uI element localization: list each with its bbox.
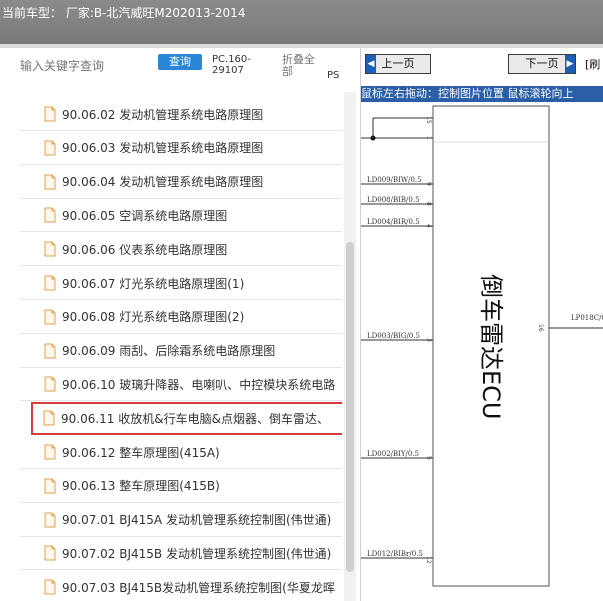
list-item-label: 90.06.05 空调系统电路原理图 [62, 208, 228, 223]
list-item-label: 90.07.02 BJ415B 发动机管理系统控制图(伟世通) [62, 546, 332, 561]
viewer-hint: 鼠标左右拖动：控制图片位置 鼠标滚轮向上 [361, 86, 603, 102]
right-arrow-icon: ▶ [565, 55, 575, 73]
list-item-label: 90.06.11 收放机&行车电脑&点烟器、倒车雷达、 [61, 411, 329, 426]
pin-number: 5 [425, 456, 432, 460]
document-list: 90.06.02 发动机管理系统电路原理图 90.06.03 发动机管理系统电路原… [0, 92, 342, 601]
pin-number: 12 [425, 556, 432, 564]
document-icon [44, 478, 56, 494]
scroll-thumb[interactable] [346, 242, 354, 572]
list-item[interactable]: 90.06.12 整车原理图(415A) [20, 436, 342, 469]
document-icon [44, 512, 56, 528]
document-icon [44, 343, 56, 359]
search-bar: 查询 PC.160-29107 折叠全部 PS [0, 48, 360, 92]
list-item-label: 90.06.02 发动机管理系统电路原理图 [62, 107, 264, 122]
document-icon [44, 275, 56, 291]
viewer-panel: ◀ 上一页 下一页 ▶ [刷 鼠标左右拖动：控制图片位置 鼠标滚轮向上 LD00… [361, 48, 603, 601]
pin-number: 16 [537, 324, 544, 332]
wire-label: LD003/BIG/0.5 [367, 332, 420, 340]
list-item[interactable]: 90.06.05 空调系统电路原理图 [20, 199, 342, 233]
prev-page-label: 上一页 [381, 57, 415, 70]
list-item-label: 90.06.12 整车原理图(415A) [62, 445, 220, 460]
left-arrow-icon: ◀ [366, 55, 376, 73]
pin-number: 3 [425, 338, 432, 342]
circuit-diagram[interactable]: LD009/BIW/0.5 LD008/BIB/0.5 LD004/BIR/0.… [361, 102, 603, 601]
document-icon [44, 545, 56, 561]
left-panel: 查询 PC.160-29107 折叠全部 PS 90.06.02 发动机管理系统… [0, 48, 361, 601]
pin-number: 1 [425, 136, 432, 140]
list-item-label: 90.06.10 玻璃升降器、电喇叭、中控模块系统电路 [62, 377, 336, 392]
document-icon [44, 579, 56, 595]
document-icon [44, 140, 56, 156]
list-item[interactable]: 90.06.13 整车原理图(415B) [20, 470, 342, 503]
list-item[interactable]: 90.06.09 雨刮、后除霜系统电路原理图 [20, 335, 342, 368]
document-icon [44, 376, 56, 392]
wire-label: LD012/BIBr/0.5 [367, 550, 423, 558]
list-item-label: 90.06.08 灯光系统电路原理图(2) [62, 310, 245, 325]
prev-page-button[interactable]: ◀ 上一页 [365, 54, 431, 74]
next-page-label: 下一页 [525, 57, 559, 70]
page-nav: ◀ 上一页 下一页 ▶ [刷 [361, 48, 603, 86]
document-icon [44, 207, 56, 223]
part-code: PC.160-29107 [212, 54, 251, 76]
document-icon [43, 410, 55, 426]
current-vehicle-title: 当前车型： 厂家:B-北汽威旺M202013-2014 [2, 6, 246, 20]
next-page-button[interactable]: 下一页 ▶ [508, 54, 576, 74]
pin-number: 15 [425, 116, 432, 124]
document-icon [44, 241, 56, 257]
ecu-label: 倒车雷达ECU [477, 274, 505, 420]
document-icon [44, 174, 56, 190]
app-header: 当前车型： 厂家:B-北汽威旺M202013-2014 [0, 0, 603, 44]
wire-label: LD004/BIR/0.5 [367, 218, 420, 226]
pin-number: 9 [425, 182, 432, 186]
list-item-label: 90.06.13 整车原理图(415B) [62, 479, 220, 494]
list-item[interactable]: 90.06.08 灯光系统电路原理图(2) [20, 301, 342, 334]
list-item[interactable]: 90.06.03 发动机管理系统电路原理图 [20, 132, 342, 165]
collapse-all-button[interactable]: 折叠全部 [282, 54, 318, 78]
list-item[interactable]: 90.06.06 仪表系统电路原理图 [20, 233, 342, 267]
list-item[interactable]: 90.07.02 BJ415B 发动机管理系统控制图(伟世通) [20, 537, 342, 571]
pin-number: 4 [425, 224, 432, 228]
pin-number: 8 [425, 202, 432, 206]
wire-label: LD009/BIW/0.5 [367, 176, 422, 184]
document-icon [44, 106, 56, 122]
list-item-label: 90.06.07 灯光系统电路原理图(1) [62, 276, 245, 291]
document-icon [44, 444, 56, 460]
list-scrollbar[interactable] [344, 92, 356, 601]
wire-label: LD002/BIY/0.5 [367, 450, 419, 458]
refresh-partial-label[interactable]: [刷 [585, 56, 600, 72]
list-item-label: 90.06.03 发动机管理系统电路原理图 [62, 141, 264, 156]
list-item-label: 90.06.04 发动机管理系统电路原理图 [62, 175, 264, 190]
list-item-label: 90.07.01 BJ415A 发动机管理系统控制图(伟世通) [62, 513, 332, 528]
query-button[interactable]: 查询 [158, 54, 202, 70]
wire-label: LD008/BIB/0.5 [367, 196, 420, 204]
list-item[interactable]: 90.06.02 发动机管理系统电路原理图 [20, 98, 342, 131]
list-item[interactable]: 90.06.07 灯光系统电路原理图(1) [20, 267, 342, 300]
list-item[interactable]: 90.06.10 玻璃升降器、电喇叭、中控模块系统电路 [20, 368, 342, 402]
list-item[interactable]: 90.06.04 发动机管理系统电路原理图 [20, 166, 342, 199]
list-item[interactable]: 90.07.03 BJ415B发动机管理系统控制图(华夏龙晖 [20, 571, 342, 601]
list-item-label: 90.07.03 BJ415B发动机管理系统控制图(华夏龙晖 [62, 580, 335, 595]
list-item[interactable]: 90.07.01 BJ415A 发动机管理系统控制图(伟世通) [20, 504, 342, 537]
list-item-label: 90.06.06 仪表系统电路原理图 [62, 242, 228, 257]
search-input[interactable] [18, 54, 152, 78]
document-icon [44, 309, 56, 325]
list-item[interactable]: 90.06.11 收放机&行车电脑&点烟器、倒车雷达、 [31, 402, 342, 436]
list-item-label: 90.06.09 雨刮、后除霜系统电路原理图 [62, 344, 276, 359]
ps-label: PS [327, 70, 340, 81]
wire-label: LP018C/C [571, 314, 603, 322]
